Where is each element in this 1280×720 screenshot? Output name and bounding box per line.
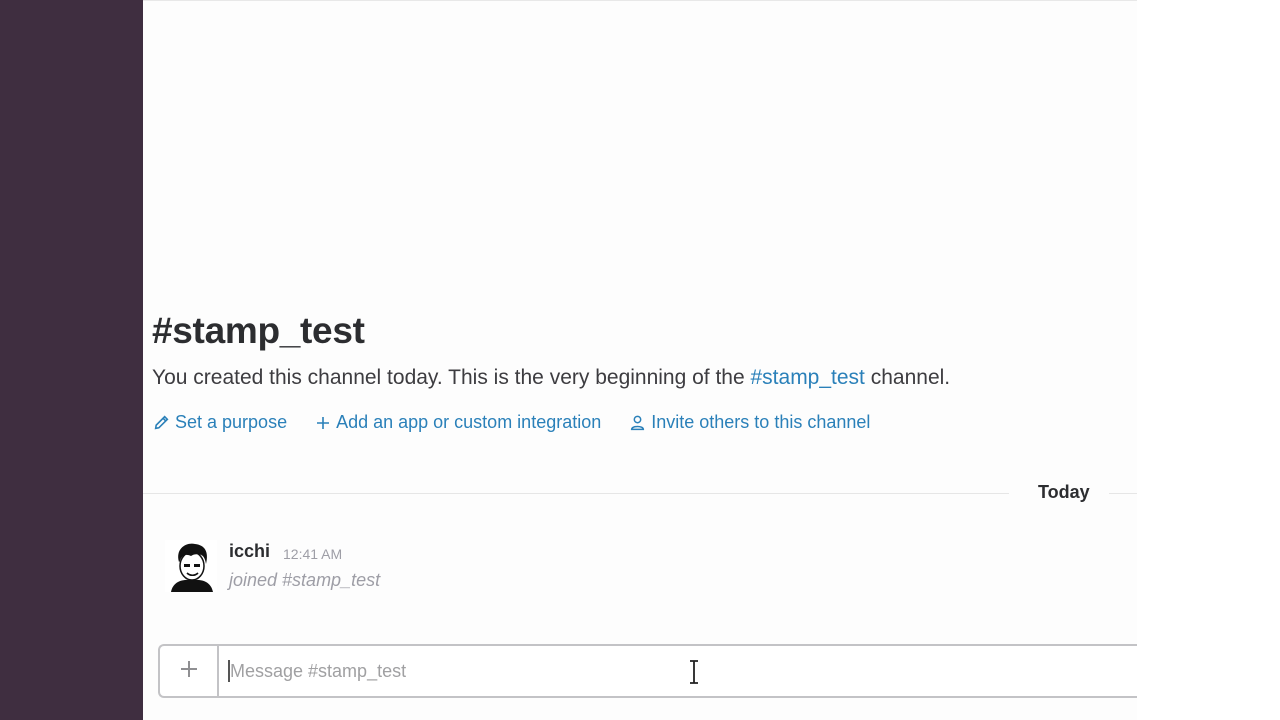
message-author[interactable]: icchi (229, 541, 270, 562)
avatar[interactable] (165, 540, 217, 592)
header-divider (143, 0, 1137, 1)
user-icon (629, 414, 646, 431)
day-divider-line (143, 493, 1009, 494)
message-timestamp[interactable]: 12:41 AM (283, 546, 342, 562)
channel-actions: Set a purpose Add an app or custom integ… (153, 412, 870, 433)
pencil-icon (153, 414, 170, 431)
add-app-link[interactable]: Add an app or custom integration (315, 412, 601, 433)
message-text: joined #stamp_test (229, 570, 381, 590)
set-purpose-link[interactable]: Set a purpose (153, 412, 287, 433)
intro-text: You created this channel today. This is … (152, 366, 751, 389)
channel-link[interactable]: #stamp_test (751, 366, 865, 389)
message-input[interactable] (230, 658, 830, 684)
channel-main: #stamp_test You created this channel tod… (143, 0, 1137, 720)
invite-link[interactable]: Invite others to this channel (629, 412, 870, 433)
plus-icon (315, 415, 331, 431)
right-margin (1137, 0, 1280, 720)
text-cursor-icon (687, 659, 701, 690)
day-divider-label: Today (1038, 482, 1090, 502)
add-app-label: Add an app or custom integration (336, 412, 602, 432)
sidebar (0, 0, 143, 720)
attach-button[interactable] (160, 646, 219, 696)
channel-intro: You created this channel today. This is … (152, 366, 950, 390)
invite-label: Invite others to this channel (651, 412, 871, 432)
set-purpose-label: Set a purpose (175, 412, 288, 432)
plus-icon (179, 659, 199, 684)
message-composer (158, 644, 1137, 698)
text-caret (228, 660, 230, 682)
day-divider-line-right (1109, 493, 1137, 494)
intro-text-end: channel. (864, 366, 951, 389)
channel-title: #stamp_test (152, 310, 365, 351)
